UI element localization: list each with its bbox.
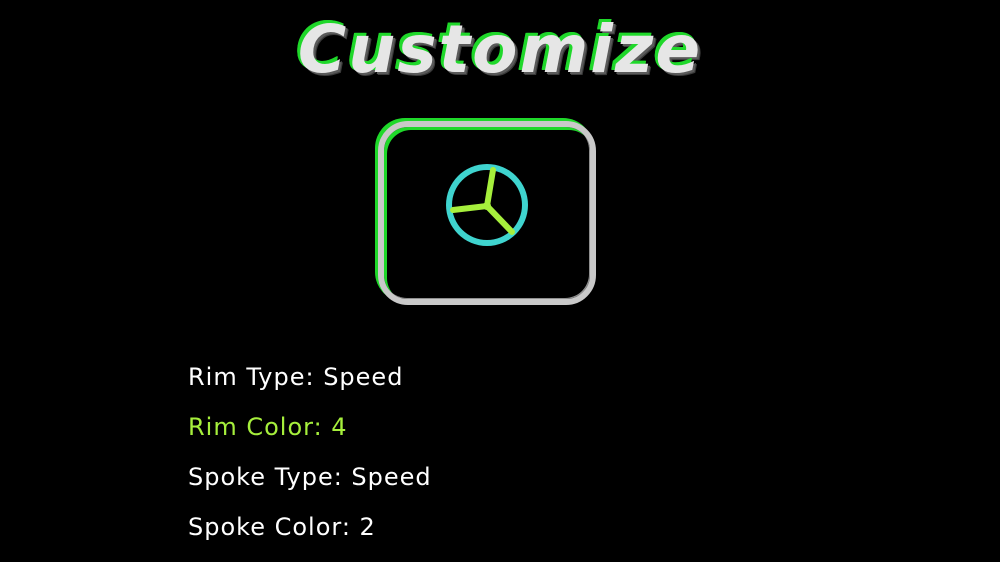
- wheel-spoke-left: [450, 203, 490, 213]
- wheel-hub: [483, 202, 491, 210]
- option-rim-color[interactable]: Rim Color: 4: [188, 402, 432, 452]
- option-spoke-type[interactable]: Spoke Type: Speed: [188, 452, 432, 502]
- screen-title: Customize: [297, 11, 703, 88]
- wheel-preview-frame: [378, 121, 596, 305]
- option-spoke-color[interactable]: Spoke Color: 2: [188, 502, 432, 552]
- wheel-icon: [446, 164, 528, 246]
- option-rim-type[interactable]: Rim Type: Speed: [188, 352, 432, 402]
- customize-options-menu: Rim Type: Speed Rim Color: 4 Spoke Type:…: [188, 352, 432, 552]
